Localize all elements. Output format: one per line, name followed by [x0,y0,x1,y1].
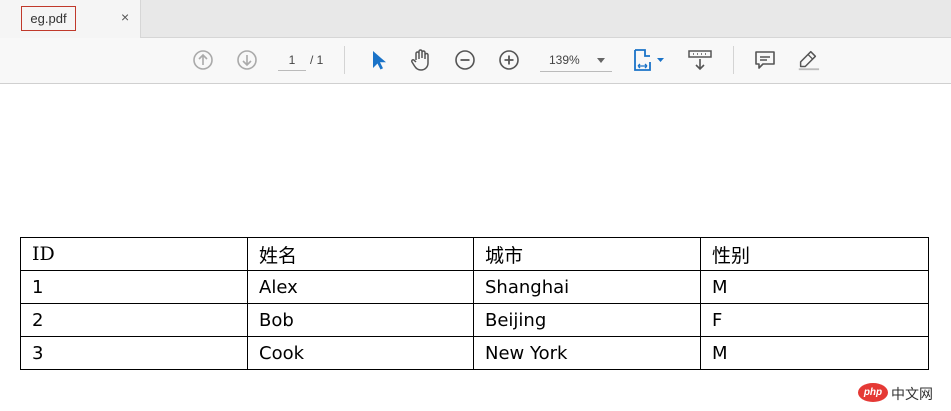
table-cell: M [700,270,929,304]
pen-icon[interactable] [796,48,820,72]
comment-icon[interactable] [753,48,777,72]
header-cell: ID [20,237,248,271]
table-header-row: ID 姓名 城市 性别 [20,237,929,271]
cursor-icon[interactable] [366,48,390,72]
table-cell: New York [473,336,701,370]
table-cell: Shanghai [473,270,701,304]
header-cell: 姓名 [247,237,474,271]
tab-eg-pdf[interactable]: eg.pdf × [0,0,141,38]
table-cell: M [700,336,929,370]
table-cell: 3 [20,336,248,370]
close-icon[interactable]: × [121,10,133,24]
tab-title: eg.pdf [21,6,76,31]
table-row: 1 Alex Shanghai M [20,270,929,304]
zoom-select[interactable]: 139% [540,50,612,72]
zoom-value: 139% [549,53,580,67]
minus-circle-icon[interactable] [453,48,477,72]
table-cell: 2 [20,303,248,337]
site-watermark: php 中文网 [858,382,948,404]
table-cell: Beijing [473,303,701,337]
php-logo: php [858,383,888,402]
table-cell: 1 [20,270,248,304]
table-cell: Alex [247,270,474,304]
plus-circle-icon[interactable] [497,48,521,72]
scroll-icon[interactable] [687,48,713,72]
watermark-text: 中文网 [891,386,933,402]
toolbar-divider [733,46,734,74]
pdf-toolbar: / 1 139% [0,38,951,84]
page-total: / 1 [310,53,324,67]
table-cell: Cook [247,336,474,370]
hand-icon[interactable] [409,48,433,72]
header-cell: 城市 [473,237,701,271]
header-cell: 性别 [700,237,929,271]
table-row: 2 Bob Beijing F [20,303,929,337]
fit-page-icon[interactable] [631,48,667,72]
chevron-down-icon [597,58,605,63]
arrow-up-circle-icon[interactable] [191,48,215,72]
table-cell: F [700,303,929,337]
tab-bar: eg.pdf × [0,0,951,38]
toolbar-divider [344,46,345,74]
arrow-down-circle-icon[interactable] [235,48,259,72]
table-row: 3 Cook New York M [20,336,929,370]
page-number-input[interactable] [278,50,306,71]
document-page: ID 姓名 城市 性别 1 Alex Shanghai M 2 Bob Beij… [0,84,951,411]
table-cell: Bob [247,303,474,337]
data-table: ID 姓名 城市 性别 1 Alex Shanghai M 2 Bob Beij… [20,237,929,370]
